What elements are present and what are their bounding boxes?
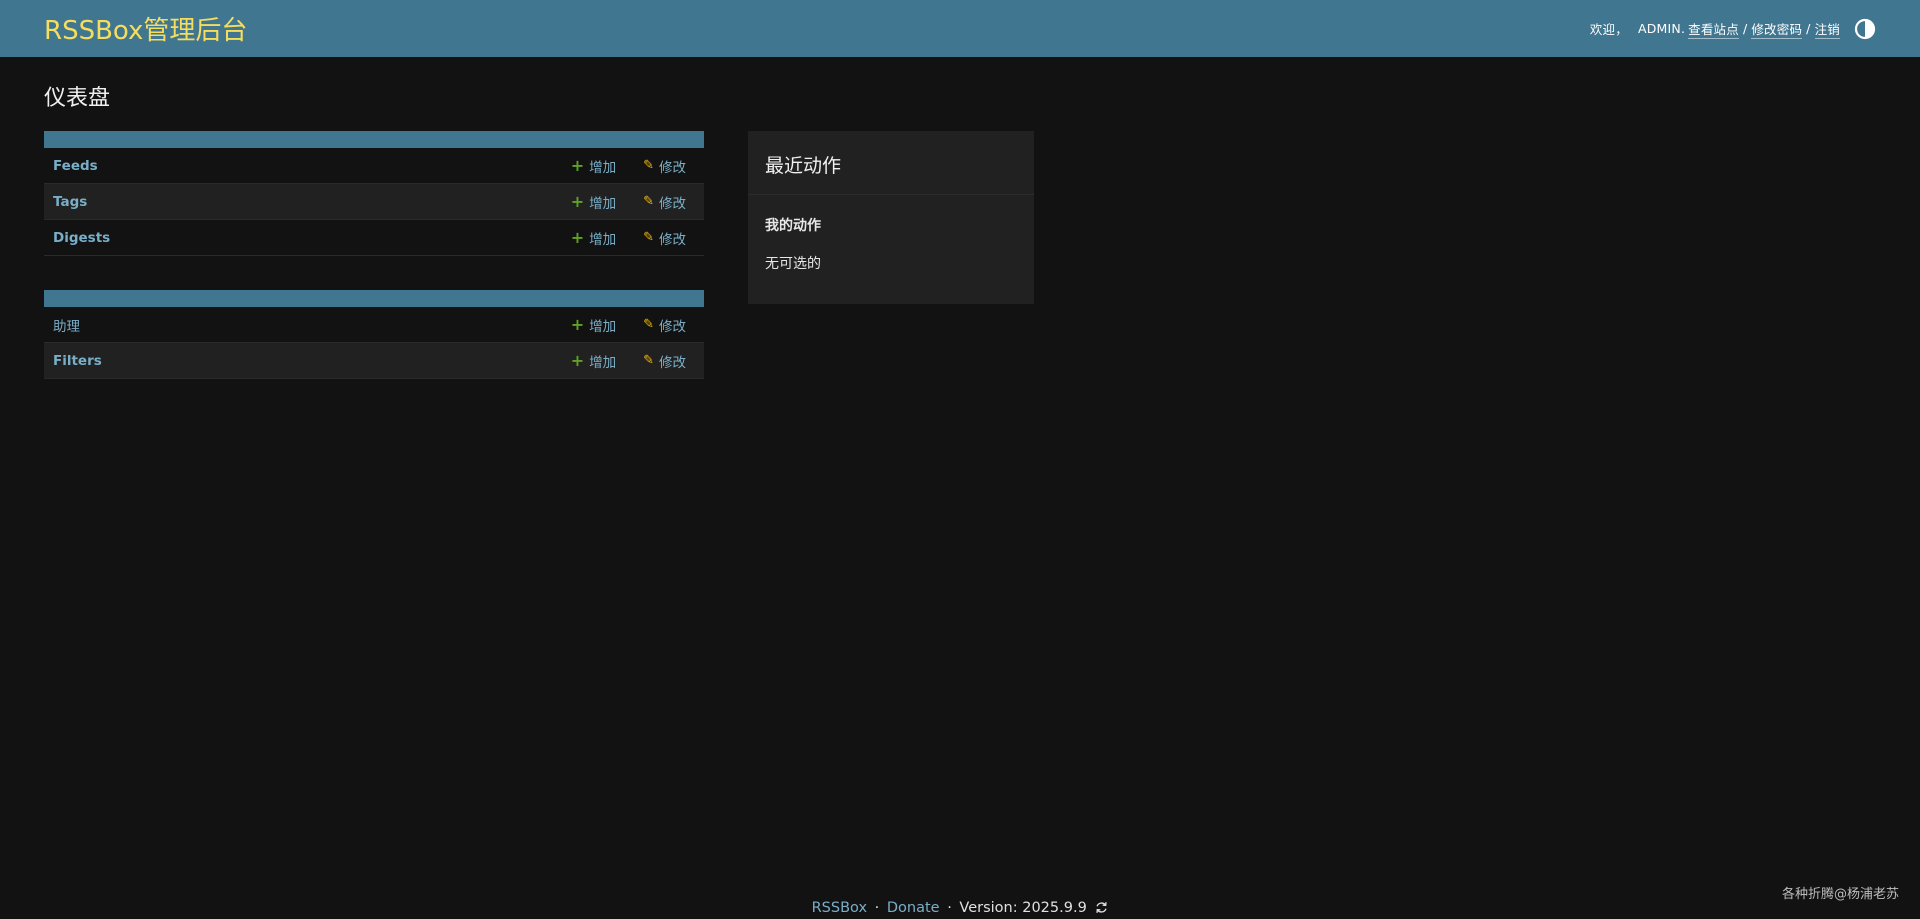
welcome-text: 欢迎， [1589,22,1628,37]
footer: RSSBox · Donate · Version: 2025.9.9 [0,900,1920,918]
app-module-assistant: 助理 + 增加 ✎ 修改 Filters + 增加 ✎ 修改 [44,290,704,379]
separator: / [1742,21,1748,36]
refresh-icon[interactable] [1095,901,1108,918]
username: ADMIN. [1637,21,1686,36]
app-module-rss: Feeds + 增加 ✎ 修改 Tags + 增加 ✎ 修改 Digests +… [44,131,704,256]
change-label: 修改 [659,318,686,335]
plus-icon: + [570,350,585,370]
model-link-digests[interactable]: Digests [44,230,571,246]
model-row-feeds: Feeds + 增加 ✎ 修改 [44,148,704,184]
add-digests-button[interactable]: + 增加 [571,228,616,248]
dot-separator: · [874,900,880,916]
pencil-icon: ✎ [643,158,654,173]
plus-icon: + [570,314,585,334]
plus-icon: + [570,155,585,175]
separator: / [1806,21,1811,36]
page-title: 仪表盘 [44,86,111,111]
add-label: 增加 [589,159,617,176]
add-label: 增加 [589,195,617,212]
dot-separator: · [947,900,952,916]
model-row-tags: Tags + 增加 ✎ 修改 [44,184,704,220]
change-digests-button[interactable]: ✎ 修改 [643,228,686,248]
model-row-filters: Filters + 增加 ✎ 修改 [44,343,704,379]
add-agents-button[interactable]: + 增加 [571,315,616,335]
view-site-link[interactable]: 查看站点 [1688,19,1739,39]
change-filters-button[interactable]: ✎ 修改 [643,351,686,371]
watermark-text: 各种折腾@杨浦老苏 [1781,887,1899,902]
change-label: 修改 [659,195,686,212]
model-link-agents[interactable]: 助理 [44,315,571,335]
site-branding[interactable]: RSSBox管理后台 [44,10,247,47]
no-actions-text: 无可选的 [765,256,821,272]
my-actions-heading: 我的动作 [765,218,821,234]
model-row-digests: Digests + 增加 ✎ 修改 [44,220,704,256]
module-caption [44,131,704,148]
change-password-link[interactable]: 修改密码 [1751,19,1803,39]
model-link-feeds[interactable]: Feeds [44,158,571,174]
pencil-icon: ✎ [643,353,654,368]
add-label: 增加 [589,231,617,248]
add-label: 增加 [589,318,617,335]
contrast-toggle-icon[interactable] [1854,18,1876,40]
model-row-agents: 助理 + 增加 ✎ 修改 [44,307,704,343]
change-label: 修改 [659,231,686,248]
pencil-icon: ✎ [643,317,654,332]
change-label: 修改 [659,159,686,176]
change-agents-button[interactable]: ✎ 修改 [643,315,686,335]
donate-link[interactable]: Donate [887,900,940,916]
pencil-icon: ✎ [643,230,654,245]
add-feeds-button[interactable]: + 增加 [571,156,616,176]
model-link-tags[interactable]: Tags [44,194,571,210]
user-tools: 欢迎， ADMIN. 查看站点 / 修改密码 / 注销 [1590,18,1876,40]
version-text: Version: 2025.9.9 [959,900,1087,916]
plus-icon: + [570,227,585,247]
change-feeds-button[interactable]: ✎ 修改 [643,156,686,176]
add-tags-button[interactable]: + 增加 [571,192,616,212]
pencil-icon: ✎ [643,194,654,209]
recent-actions-title: 最近动作 [748,131,1034,195]
model-link-filters[interactable]: Filters [44,353,571,369]
recent-actions-panel: 最近动作 我的动作 无可选的 [748,131,1034,304]
plus-icon: + [570,191,585,211]
add-filters-button[interactable]: + 增加 [571,351,616,371]
header: RSSBox管理后台 欢迎， ADMIN. 查看站点 / 修改密码 / 注销 [0,0,1920,57]
change-label: 修改 [659,354,686,371]
logout-link[interactable]: 注销 [1814,19,1840,39]
change-tags-button[interactable]: ✎ 修改 [643,192,686,212]
rssbox-link[interactable]: RSSBox [812,900,867,916]
module-caption [44,290,704,307]
add-label: 增加 [589,354,617,371]
